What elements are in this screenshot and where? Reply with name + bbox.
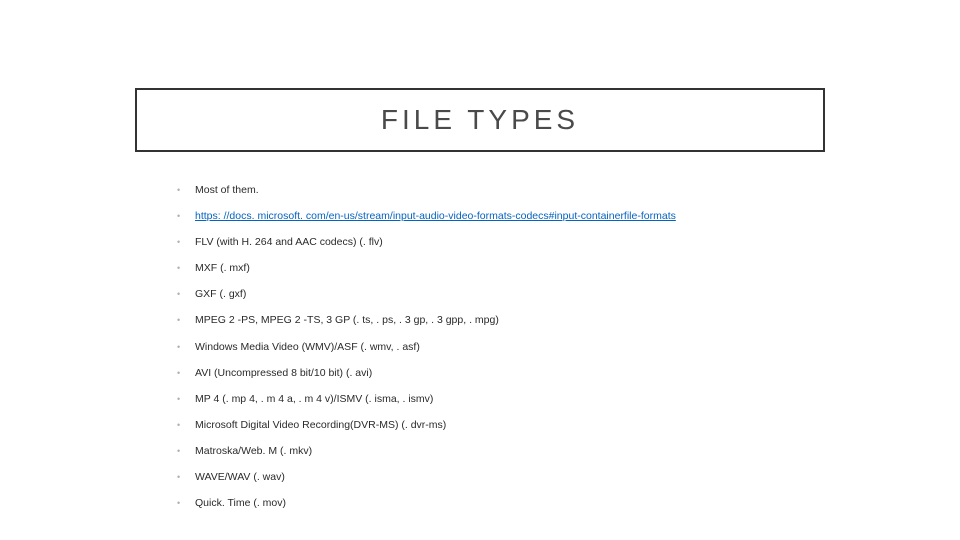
list-item: • MP 4 (. mp 4, . m 4 a, . m 4 v)/ISMV (… [177,393,877,406]
bullet-icon: • [177,393,195,405]
bullet-icon: • [177,471,195,483]
bullet-icon: • [177,367,195,379]
bullet-text: MP 4 (. mp 4, . m 4 a, . m 4 v)/ISMV (. … [195,393,433,406]
list-item: • GXF (. gxf) [177,288,877,301]
list-item: • WAVE/WAV (. wav) [177,471,877,484]
bullet-icon: • [177,419,195,431]
bullet-icon: • [177,236,195,248]
list-item: • Quick. Time (. mov) [177,497,877,510]
bullet-icon: • [177,184,195,196]
bullet-text: FLV (with H. 264 and AAC codecs) (. flv) [195,236,383,249]
bullet-text: Microsoft Digital Video Recording(DVR-MS… [195,419,446,432]
bullet-text: AVI (Uncompressed 8 bit/10 bit) (. avi) [195,367,372,380]
slide-title: FILE TYPES [381,104,579,136]
list-item: • MPEG 2 -PS, MPEG 2 -TS, 3 GP (. ts, . … [177,314,877,327]
title-box: FILE TYPES [135,88,825,152]
bullet-text: GXF (. gxf) [195,288,246,301]
list-item: • Windows Media Video (WMV)/ASF (. wmv, … [177,341,877,354]
bullet-icon: • [177,497,195,509]
bullet-text: Quick. Time (. mov) [195,497,286,510]
list-item: • MXF (. mxf) [177,262,877,275]
bullet-text: MXF (. mxf) [195,262,250,275]
bullet-icon: • [177,262,195,274]
bullet-icon: • [177,314,195,326]
bullet-text: MPEG 2 -PS, MPEG 2 -TS, 3 GP (. ts, . ps… [195,314,499,327]
bullet-icon: • [177,445,195,457]
bullet-icon: • [177,288,195,300]
bullet-link[interactable]: https: //docs. microsoft. com/en-us/stre… [195,210,676,223]
list-item: • FLV (with H. 264 and AAC codecs) (. fl… [177,236,877,249]
bullet-icon: • [177,210,195,222]
list-item: • Most of them. [177,184,877,197]
list-item: • Microsoft Digital Video Recording(DVR-… [177,419,877,432]
bullet-list: • Most of them. • https: //docs. microso… [177,184,877,523]
bullet-text: Most of them. [195,184,259,197]
bullet-icon: • [177,341,195,353]
bullet-text: WAVE/WAV (. wav) [195,471,285,484]
slide: FILE TYPES • Most of them. • https: //do… [0,0,960,540]
list-item: • Matroska/Web. M (. mkv) [177,445,877,458]
list-item: • https: //docs. microsoft. com/en-us/st… [177,210,877,223]
bullet-text: Matroska/Web. M (. mkv) [195,445,312,458]
bullet-text: Windows Media Video (WMV)/ASF (. wmv, . … [195,341,420,354]
list-item: • AVI (Uncompressed 8 bit/10 bit) (. avi… [177,367,877,380]
